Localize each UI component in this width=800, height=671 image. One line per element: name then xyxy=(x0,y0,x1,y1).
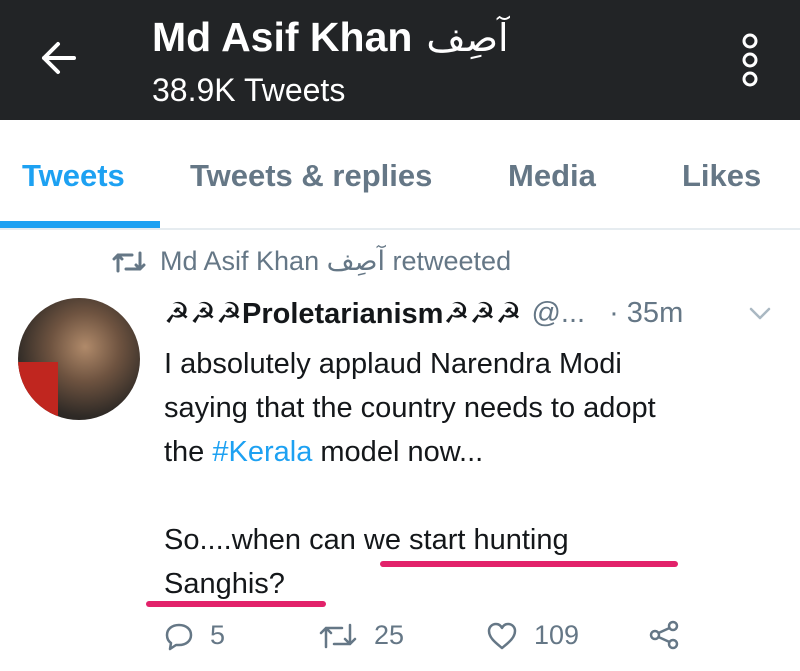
retweet-context: Md Asif Khan آصِف retweeted xyxy=(112,246,511,277)
share-button[interactable] xyxy=(648,620,696,650)
tab-tweets-and-replies[interactable]: Tweets & replies xyxy=(190,158,432,194)
tweet-line: saying that the country needs to adopt xyxy=(164,392,656,424)
retweet-button[interactable]: 25 xyxy=(318,620,404,651)
profile-header: Md Asif Khan آصِف 38.9K Tweets xyxy=(0,0,800,120)
tweet-text-segment: model now... xyxy=(312,436,484,468)
tweet-line: I absolutely applaud Narendra Modi xyxy=(164,348,622,380)
profile-name: Md Asif Khan xyxy=(152,14,413,60)
profile-title-block: Md Asif Khan آصِف 38.9K Tweets xyxy=(152,12,509,110)
tweet-header: ☭☭☭Proletarianism☭☭☭ @... · 35m xyxy=(164,296,683,331)
chevron-down-icon[interactable] xyxy=(748,306,772,322)
overflow-menu-button[interactable] xyxy=(730,30,770,90)
retweeter-name[interactable]: Md Asif Khan xyxy=(160,246,319,277)
tweet-line: the #Kerala model now... xyxy=(164,430,784,474)
tab-likes[interactable]: Likes xyxy=(682,158,761,194)
profile-name-urdu: آصِف xyxy=(426,18,509,60)
like-count: 109 xyxy=(534,620,580,650)
reply-button[interactable]: 5 xyxy=(164,620,225,651)
retweet-icon xyxy=(319,623,357,648)
profile-tabs: Tweets Tweets & replies Media Likes xyxy=(0,120,800,230)
author-name[interactable]: ☭☭☭Proletarianism☭☭☭ xyxy=(164,296,521,331)
tweet-timestamp[interactable]: · 35m xyxy=(609,297,683,330)
tweet-text-segment: the xyxy=(164,436,213,468)
tab-media[interactable]: Media xyxy=(508,158,596,194)
like-button[interactable]: 109 xyxy=(486,620,579,651)
tweet-blank-line xyxy=(164,474,784,518)
retweet-count: 25 xyxy=(374,620,405,650)
avatar[interactable] xyxy=(18,298,140,420)
tab-tweets[interactable]: Tweets xyxy=(22,158,125,194)
share-icon xyxy=(649,620,679,650)
back-button[interactable] xyxy=(30,30,86,86)
retweet-icon xyxy=(112,251,146,272)
retweeter-name-urdu: آصِف xyxy=(326,246,385,276)
tweet-count: 38.9K Tweets xyxy=(152,72,346,108)
retweet-label: retweeted xyxy=(392,246,512,276)
reply-icon xyxy=(165,623,193,650)
vertical-dots-icon xyxy=(742,33,758,87)
arrow-left-icon xyxy=(42,42,76,74)
profile-title: Md Asif Khan آصِف xyxy=(152,12,509,64)
highlight-underline xyxy=(146,601,326,607)
hashtag-link[interactable]: #Kerala xyxy=(212,436,312,468)
avatar-flag xyxy=(18,362,58,420)
active-tab-indicator xyxy=(0,221,160,228)
highlight-underline xyxy=(380,561,678,567)
heart-icon xyxy=(487,622,517,649)
tweet-line: Sanghis? xyxy=(164,568,285,600)
author-handle[interactable]: @... xyxy=(531,297,585,330)
reply-count: 5 xyxy=(210,620,226,650)
tweet-line: So....when can we start hunting xyxy=(164,524,569,556)
